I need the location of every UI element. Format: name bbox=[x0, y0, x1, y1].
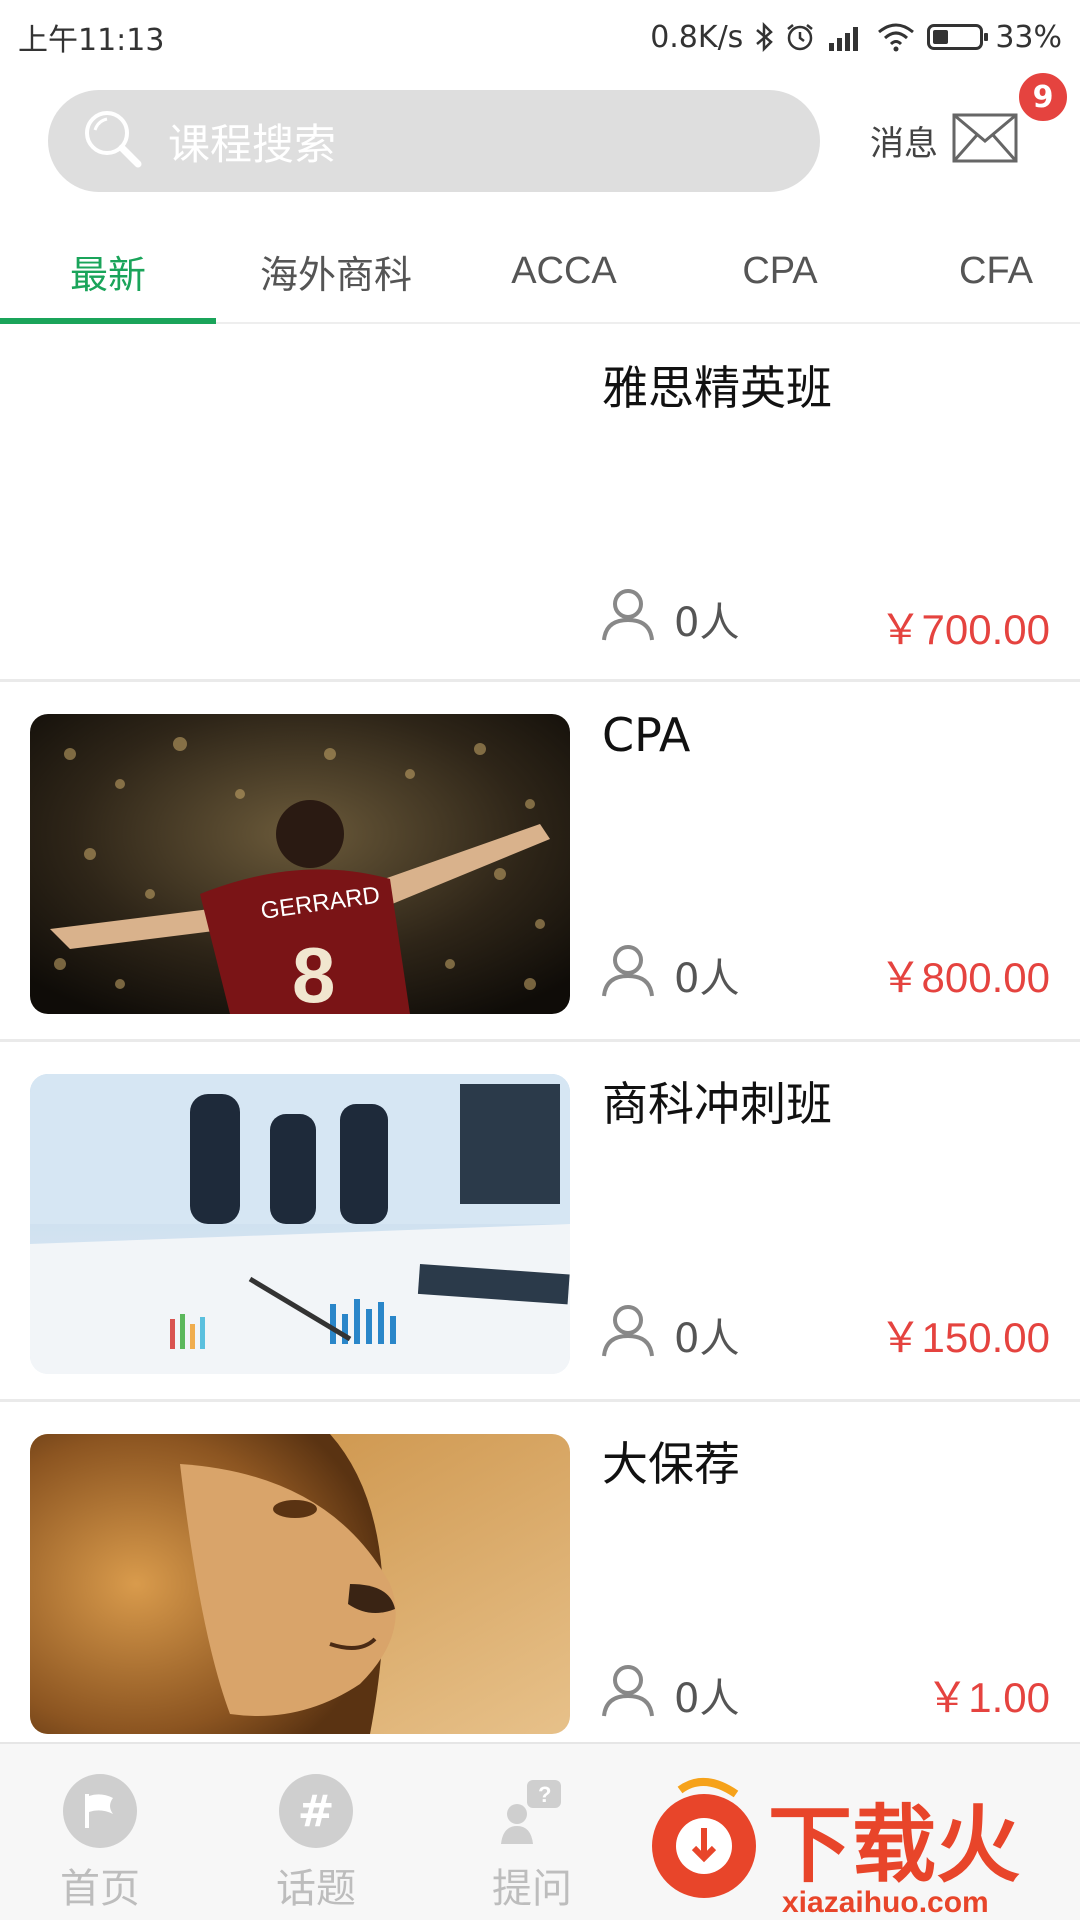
course-count: 0人 bbox=[674, 1316, 740, 1362]
course-enrolled: 0人 bbox=[600, 586, 739, 652]
course-price: ￥700.00 bbox=[879, 606, 1050, 653]
course-price: ￥150.00 bbox=[879, 1314, 1050, 1361]
tab-latest[interactable]: 最新 bbox=[0, 220, 216, 322]
messages-button[interactable]: 消息 9 bbox=[870, 70, 1070, 180]
course-item[interactable]: 大保荐 0人 ￥1.00 bbox=[0, 1402, 1080, 1762]
search-input[interactable]: 课程搜索 bbox=[48, 90, 820, 192]
wifi-icon bbox=[877, 22, 915, 52]
nav-topics-label: 话题 bbox=[276, 1866, 356, 1912]
nav-home-label: 首页 bbox=[60, 1866, 140, 1912]
category-tabs: 最新 海外商科 ACCA CPA CFA bbox=[0, 220, 1080, 324]
course-thumbnail-business bbox=[30, 1074, 570, 1374]
course-title: 商科冲刺班 bbox=[602, 1077, 832, 1131]
course-thumbnail-lion bbox=[30, 1434, 570, 1734]
messages-label: 消息 bbox=[870, 123, 938, 164]
course-title: CPA bbox=[602, 708, 691, 762]
course-enrolled: 0人 bbox=[600, 1302, 739, 1368]
user-icon bbox=[600, 1662, 656, 1728]
course-thumbnail-football: GERRARD 8 bbox=[30, 714, 570, 1014]
course-price: ￥800.00 bbox=[879, 954, 1050, 1001]
hash-icon: # bbox=[279, 1774, 353, 1848]
course-enrolled: 0人 bbox=[600, 942, 739, 1008]
svg-text:8: 8 bbox=[292, 931, 335, 1014]
user-icon bbox=[600, 586, 656, 652]
watermark-logo: 下载火 xiazaihuo.com bbox=[640, 1776, 1080, 1920]
mail-icon bbox=[952, 113, 1018, 167]
header: 课程搜索 消息 9 bbox=[0, 70, 1080, 196]
course-item[interactable]: 商科冲刺班 0人 ￥150.00 bbox=[0, 1042, 1080, 1402]
course-count: 0人 bbox=[674, 600, 740, 646]
svg-text:?: ? bbox=[538, 1782, 551, 1807]
status-bar: 上午11:13 0.8K/s 33% bbox=[0, 0, 1080, 74]
course-count: 0人 bbox=[674, 956, 740, 1002]
tab-cpa[interactable]: CPA bbox=[680, 220, 880, 322]
nav-ask-label: 提问 bbox=[492, 1866, 572, 1912]
battery-percent: 33% bbox=[995, 19, 1062, 55]
tab-acca[interactable]: ACCA bbox=[464, 220, 664, 322]
bluetooth-icon bbox=[755, 22, 774, 52]
battery-icon bbox=[927, 24, 989, 50]
nav-ask[interactable]: ? 提问 bbox=[452, 1774, 612, 1914]
user-icon bbox=[600, 942, 656, 1008]
course-price: ￥1.00 bbox=[926, 1674, 1050, 1721]
flag-icon bbox=[63, 1774, 137, 1848]
course-count: 0人 bbox=[674, 1676, 740, 1722]
tab-cfa[interactable]: CFA bbox=[896, 220, 1080, 322]
search-icon bbox=[82, 108, 144, 174]
status-time: 上午11:13 bbox=[18, 23, 165, 58]
status-icons: 0.8K/s 33% bbox=[650, 20, 1062, 55]
svg-text:下载火: 下载火 bbox=[768, 1796, 1020, 1894]
signal-icon bbox=[827, 23, 865, 51]
nav-home[interactable]: 首页 bbox=[20, 1774, 180, 1914]
course-title: 大保荐 bbox=[602, 1437, 740, 1491]
course-enrolled: 0人 bbox=[600, 1662, 739, 1728]
tab-overseas-business[interactable]: 海外商科 bbox=[226, 220, 446, 322]
alarm-icon bbox=[785, 22, 815, 52]
search-placeholder: 课程搜索 bbox=[168, 119, 337, 169]
course-item[interactable]: 雅思精英班 0人 ￥700.00 bbox=[0, 324, 1080, 682]
course-item[interactable]: GERRARD 8 CPA 0人 ￥800.00 bbox=[0, 682, 1080, 1042]
user-icon bbox=[600, 1302, 656, 1368]
nav-topics[interactable]: # 话题 bbox=[236, 1774, 396, 1914]
svg-text:xiazaihuo.com: xiazaihuo.com bbox=[782, 1886, 989, 1919]
network-speed: 0.8K/s bbox=[650, 19, 744, 55]
message-count-badge: 9 bbox=[1016, 70, 1070, 124]
ask-icon: ? bbox=[495, 1774, 569, 1848]
course-title: 雅思精英班 bbox=[602, 361, 832, 415]
